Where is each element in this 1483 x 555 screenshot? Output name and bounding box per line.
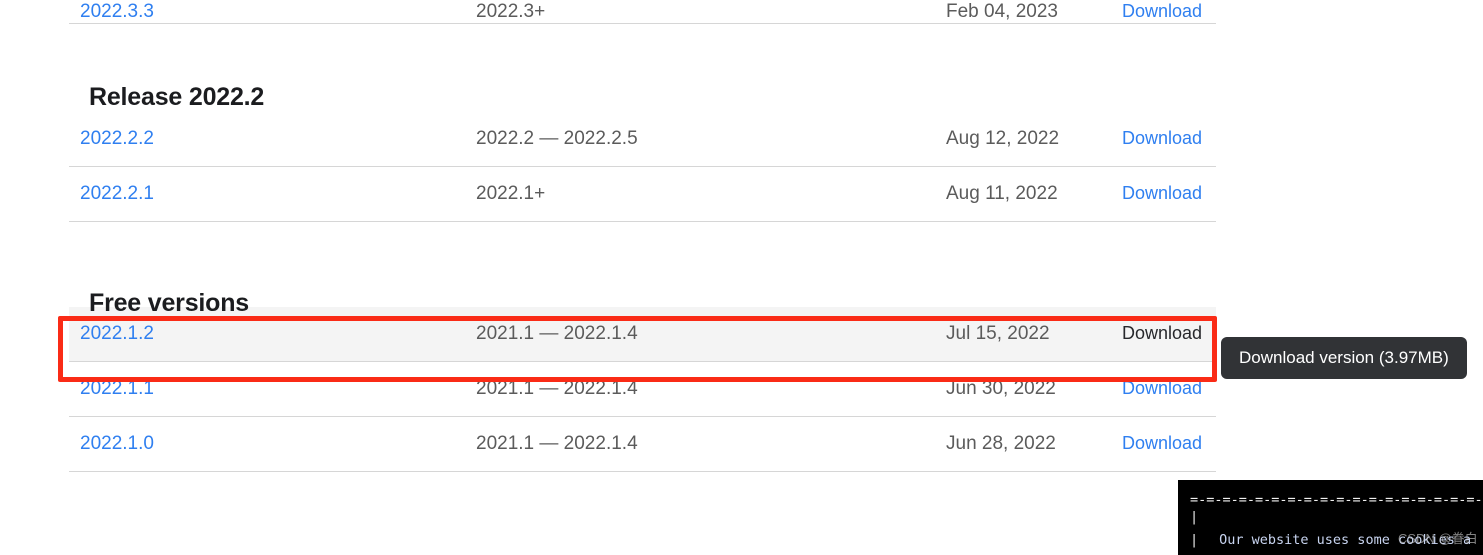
action-cell: Download [1101,323,1216,345]
version-cell: 2022.1.1 [69,378,476,400]
table-row[interactable]: 2022.3.3 2022.3+ Feb 04, 2023 Download [69,0,1216,24]
download-tooltip: Download version (3.97MB) [1221,337,1467,379]
table-row[interactable]: 2022.1.1 2021.1 — 2022.1.4 Jun 30, 2022 … [69,362,1216,417]
download-versions-page: 2022.3.3 2022.3+ Feb 04, 2023 Download 2… [0,0,1483,555]
download-link[interactable]: Download [1122,128,1202,148]
compatibility-cell: 2021.1 — 2022.1.4 [476,323,638,344]
table-row[interactable]: 2022.2.1 2022.1+ Aug 11, 2022 Download [69,167,1216,222]
version-link[interactable]: 2022.2.1 [80,183,154,204]
version-cell: 2022.2.1 [69,183,476,205]
date-cell: Jun 28, 2022 [946,433,1056,454]
version-cell: 2022.2.2 [69,128,476,150]
download-link[interactable]: Download [1122,1,1202,21]
terminal-bar-2: | [1190,532,1199,548]
date-cell: Aug 11, 2022 [946,183,1058,204]
compatibility-cell: 2021.1 — 2022.1.4 [476,433,638,454]
version-cell: 2022.1.2 [69,323,476,345]
version-cell: 2022.3.3 [69,1,476,23]
terminal-cookie-text: Our website uses some cookies a [1219,532,1472,548]
version-link[interactable]: 2022.3.3 [80,1,154,22]
download-link[interactable]: Download [1122,378,1202,398]
version-cell: 2022.1.0 [69,433,476,455]
compatibility-cell: 2022.1+ [476,183,546,204]
action-cell: Download [1101,433,1216,455]
terminal-separator: =-=-=-=-=-=-=-=-=-=-=-=-=-=-=-=-=-=-=-=-… [1190,492,1483,508]
compatibility-cell: 2022.3+ [476,1,546,22]
versions-table: 2022.3.3 2022.3+ Feb 04, 2023 Download 2… [69,0,1216,472]
date-cell: Jul 15, 2022 [946,323,1050,344]
download-link[interactable]: Download [1122,433,1202,453]
table-row[interactable]: 2022.2.2 2022.2 — 2022.2.5 Aug 12, 2022 … [69,112,1216,167]
terminal-panel: =-=-=-=-=-=-=-=-=-=-=-=-=-=-=-=-=-=-=-=-… [1178,480,1483,555]
terminal-cookie-line: | Our website uses some cookies a [1190,532,1471,549]
section-heading-release: Release 2022.2 [89,82,265,111]
version-link[interactable]: 2022.1.1 [80,378,154,399]
date-cell: Feb 04, 2023 [946,1,1058,22]
tooltip-label: Download version (3.97MB) [1239,348,1449,367]
download-link[interactable]: Download [1122,183,1202,203]
version-link[interactable]: 2022.1.2 [80,323,154,344]
date-cell: Aug 12, 2022 [946,128,1060,149]
compatibility-cell: 2021.1 — 2022.1.4 [476,378,638,399]
action-cell: Download [1101,378,1216,400]
action-cell: Download [1101,183,1216,205]
action-cell: Download [1101,128,1216,150]
version-link[interactable]: 2022.2.2 [80,128,154,149]
action-cell: Download [1101,1,1216,23]
section-heading-free: Free versions [89,288,249,317]
compatibility-cell: 2022.2 — 2022.2.5 [476,128,638,149]
download-link[interactable]: Download [1122,323,1202,343]
terminal-bar-1: | [1190,509,1199,525]
date-cell: Jun 30, 2022 [946,378,1056,399]
table-row[interactable]: 2022.1.0 2021.1 — 2022.1.4 Jun 28, 2022 … [69,417,1216,472]
version-link[interactable]: 2022.1.0 [80,433,154,454]
